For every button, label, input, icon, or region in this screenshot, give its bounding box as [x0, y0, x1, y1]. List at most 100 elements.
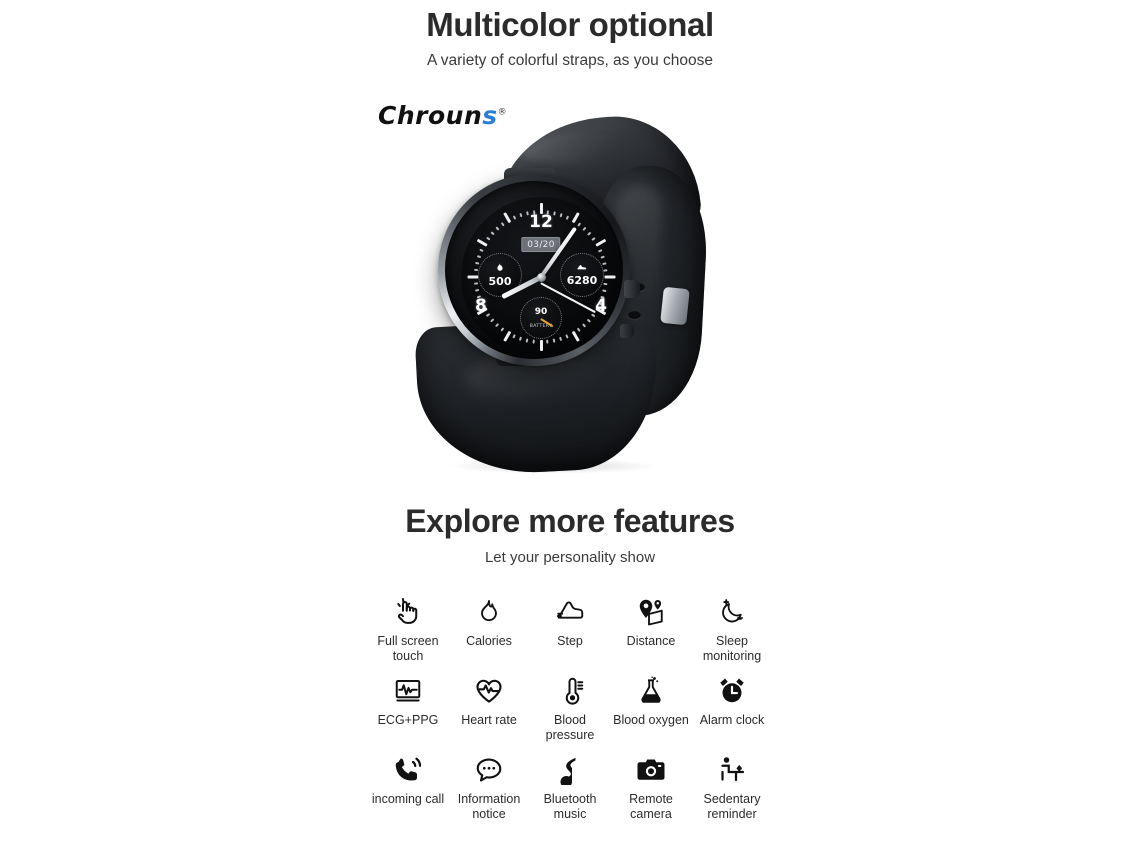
minute-tick — [603, 282, 608, 285]
watch-case-inner: 12 4 8 03/20 500 6280 90 BATTERY — [445, 181, 623, 359]
features-title: Explore more features — [405, 503, 735, 539]
feature-alarm-clock[interactable]: Alarm clock — [694, 673, 770, 728]
feature-bluetooth-music[interactable]: Bluetooth music — [532, 752, 608, 821]
watch-drop-shadow — [448, 458, 658, 474]
minute-tick — [519, 336, 523, 341]
hour-tick — [502, 330, 511, 342]
feature-blood-oxygen[interactable]: Blood oxygen — [613, 673, 689, 728]
feature-ecg-ppg[interactable]: ECG+PPG — [370, 673, 446, 728]
minute-tick — [495, 323, 500, 328]
minute-tick — [513, 215, 517, 220]
feature-label: Blood oxygen — [613, 713, 689, 727]
subdial-steps: 6280 — [560, 253, 604, 297]
minute-tick — [582, 323, 587, 328]
hour-tick — [594, 238, 606, 247]
minute-tick — [582, 226, 587, 231]
minute-tick — [577, 222, 581, 227]
feature-step[interactable]: Step — [532, 594, 608, 649]
feature-label: Step — [557, 634, 583, 648]
watch-crown-button-top[interactable] — [624, 280, 640, 298]
feature-sedentary-reminder[interactable]: Sedentary reminder — [694, 752, 770, 821]
feature-sleep-monitoring[interactable]: Sleep monitoring — [694, 594, 770, 663]
minute-tick — [479, 249, 484, 253]
music-note-icon — [532, 752, 608, 788]
alarm-clock-icon — [694, 673, 770, 709]
camera-icon — [613, 752, 689, 788]
minute-tick — [553, 338, 556, 343]
product-page: Multicolor optional A variety of colorfu… — [0, 0, 1140, 855]
minute-tick — [501, 222, 505, 227]
feature-calories[interactable]: Calories — [451, 594, 527, 649]
ecg-monitor-icon — [370, 673, 446, 709]
feature-label: Sedentary reminder — [703, 792, 761, 821]
strap-hole — [628, 310, 641, 319]
feature-label: Remote camera — [629, 792, 673, 821]
minute-tick — [490, 231, 495, 236]
flask-icon — [613, 673, 689, 709]
feature-label: Distance — [626, 634, 676, 648]
minute-tick — [565, 334, 569, 339]
thermometer-icon — [532, 673, 608, 709]
features-subtitle: Let your personality show — [484, 549, 656, 566]
feature-label: Full screen touch — [377, 634, 439, 663]
feature-label: ECG+PPG — [377, 713, 439, 727]
minute-tick — [475, 262, 480, 265]
chat-bubble-icon — [451, 752, 527, 788]
feature-label: Alarm clock — [699, 713, 765, 727]
feature-label: Calories — [466, 634, 512, 648]
watch-crown-button-bottom[interactable] — [620, 324, 634, 338]
subdial-calories-value: 500 — [488, 275, 512, 288]
dial-numeral-12: 12 — [529, 212, 553, 232]
hour-tick — [502, 212, 511, 224]
feature-label: incoming call — [371, 792, 445, 806]
minute-tick — [587, 318, 592, 323]
feature-row: ECG+PPG Heart rate Blood pressure Blood … — [370, 673, 770, 742]
feature-heart-rate[interactable]: Heart rate — [451, 673, 527, 728]
minute-tick — [559, 213, 563, 218]
moon-sparkle-icon — [694, 594, 770, 630]
map-pin-icon — [613, 594, 689, 630]
minute-tick — [475, 289, 480, 292]
minute-tick — [533, 339, 536, 344]
subdial-battery-value: 90 — [534, 306, 548, 317]
page-subtitle: A variety of colorful straps, as you cho… — [426, 52, 714, 69]
hour-tick — [467, 275, 478, 279]
feature-incoming-call[interactable]: incoming call — [370, 752, 446, 807]
feature-label: Sleep monitoring — [702, 634, 762, 663]
watch-case: 12 4 8 03/20 500 6280 90 BATTERY — [438, 174, 640, 366]
minute-tick — [559, 336, 563, 341]
hour-tick — [476, 238, 488, 247]
feature-distance[interactable]: Distance — [613, 594, 689, 649]
watch-buckle — [660, 286, 690, 326]
minute-tick — [577, 327, 581, 332]
heart-pulse-icon — [451, 673, 527, 709]
feature-remote-camera[interactable]: Remote camera — [613, 752, 689, 821]
minute-tick — [591, 237, 596, 241]
flame-icon — [496, 263, 504, 274]
minute-tick — [474, 282, 479, 285]
watch-dial: 12 4 8 03/20 500 6280 90 BATTERY — [461, 197, 621, 357]
hour-tick — [571, 330, 580, 342]
minute-tick — [600, 255, 605, 259]
minute-tick — [602, 262, 607, 265]
minute-tick — [565, 215, 569, 220]
shoe-icon — [577, 264, 587, 273]
feature-row: incoming call Information notice Bluetoo… — [370, 752, 770, 821]
minute-tick — [598, 249, 603, 253]
feature-full-screen-touch[interactable]: Full screen touch — [370, 594, 446, 663]
sedentary-person-icon — [694, 752, 770, 788]
minute-tick — [603, 269, 608, 272]
touch-hand-icon — [370, 594, 446, 630]
feature-blood-pressure[interactable]: Blood pressure — [532, 673, 608, 742]
watch-hand-pivot — [536, 272, 546, 282]
minute-tick — [490, 318, 495, 323]
minute-tick — [501, 327, 505, 332]
hour-tick — [539, 340, 543, 351]
minute-tick — [587, 231, 592, 236]
hour-tick — [571, 212, 580, 224]
feature-information-notice[interactable]: Information notice — [451, 752, 527, 821]
minute-tick — [513, 334, 517, 339]
minute-tick — [526, 338, 529, 343]
dial-numeral-8: 8 — [475, 296, 487, 316]
subdial-steps-value: 6280 — [566, 274, 598, 287]
